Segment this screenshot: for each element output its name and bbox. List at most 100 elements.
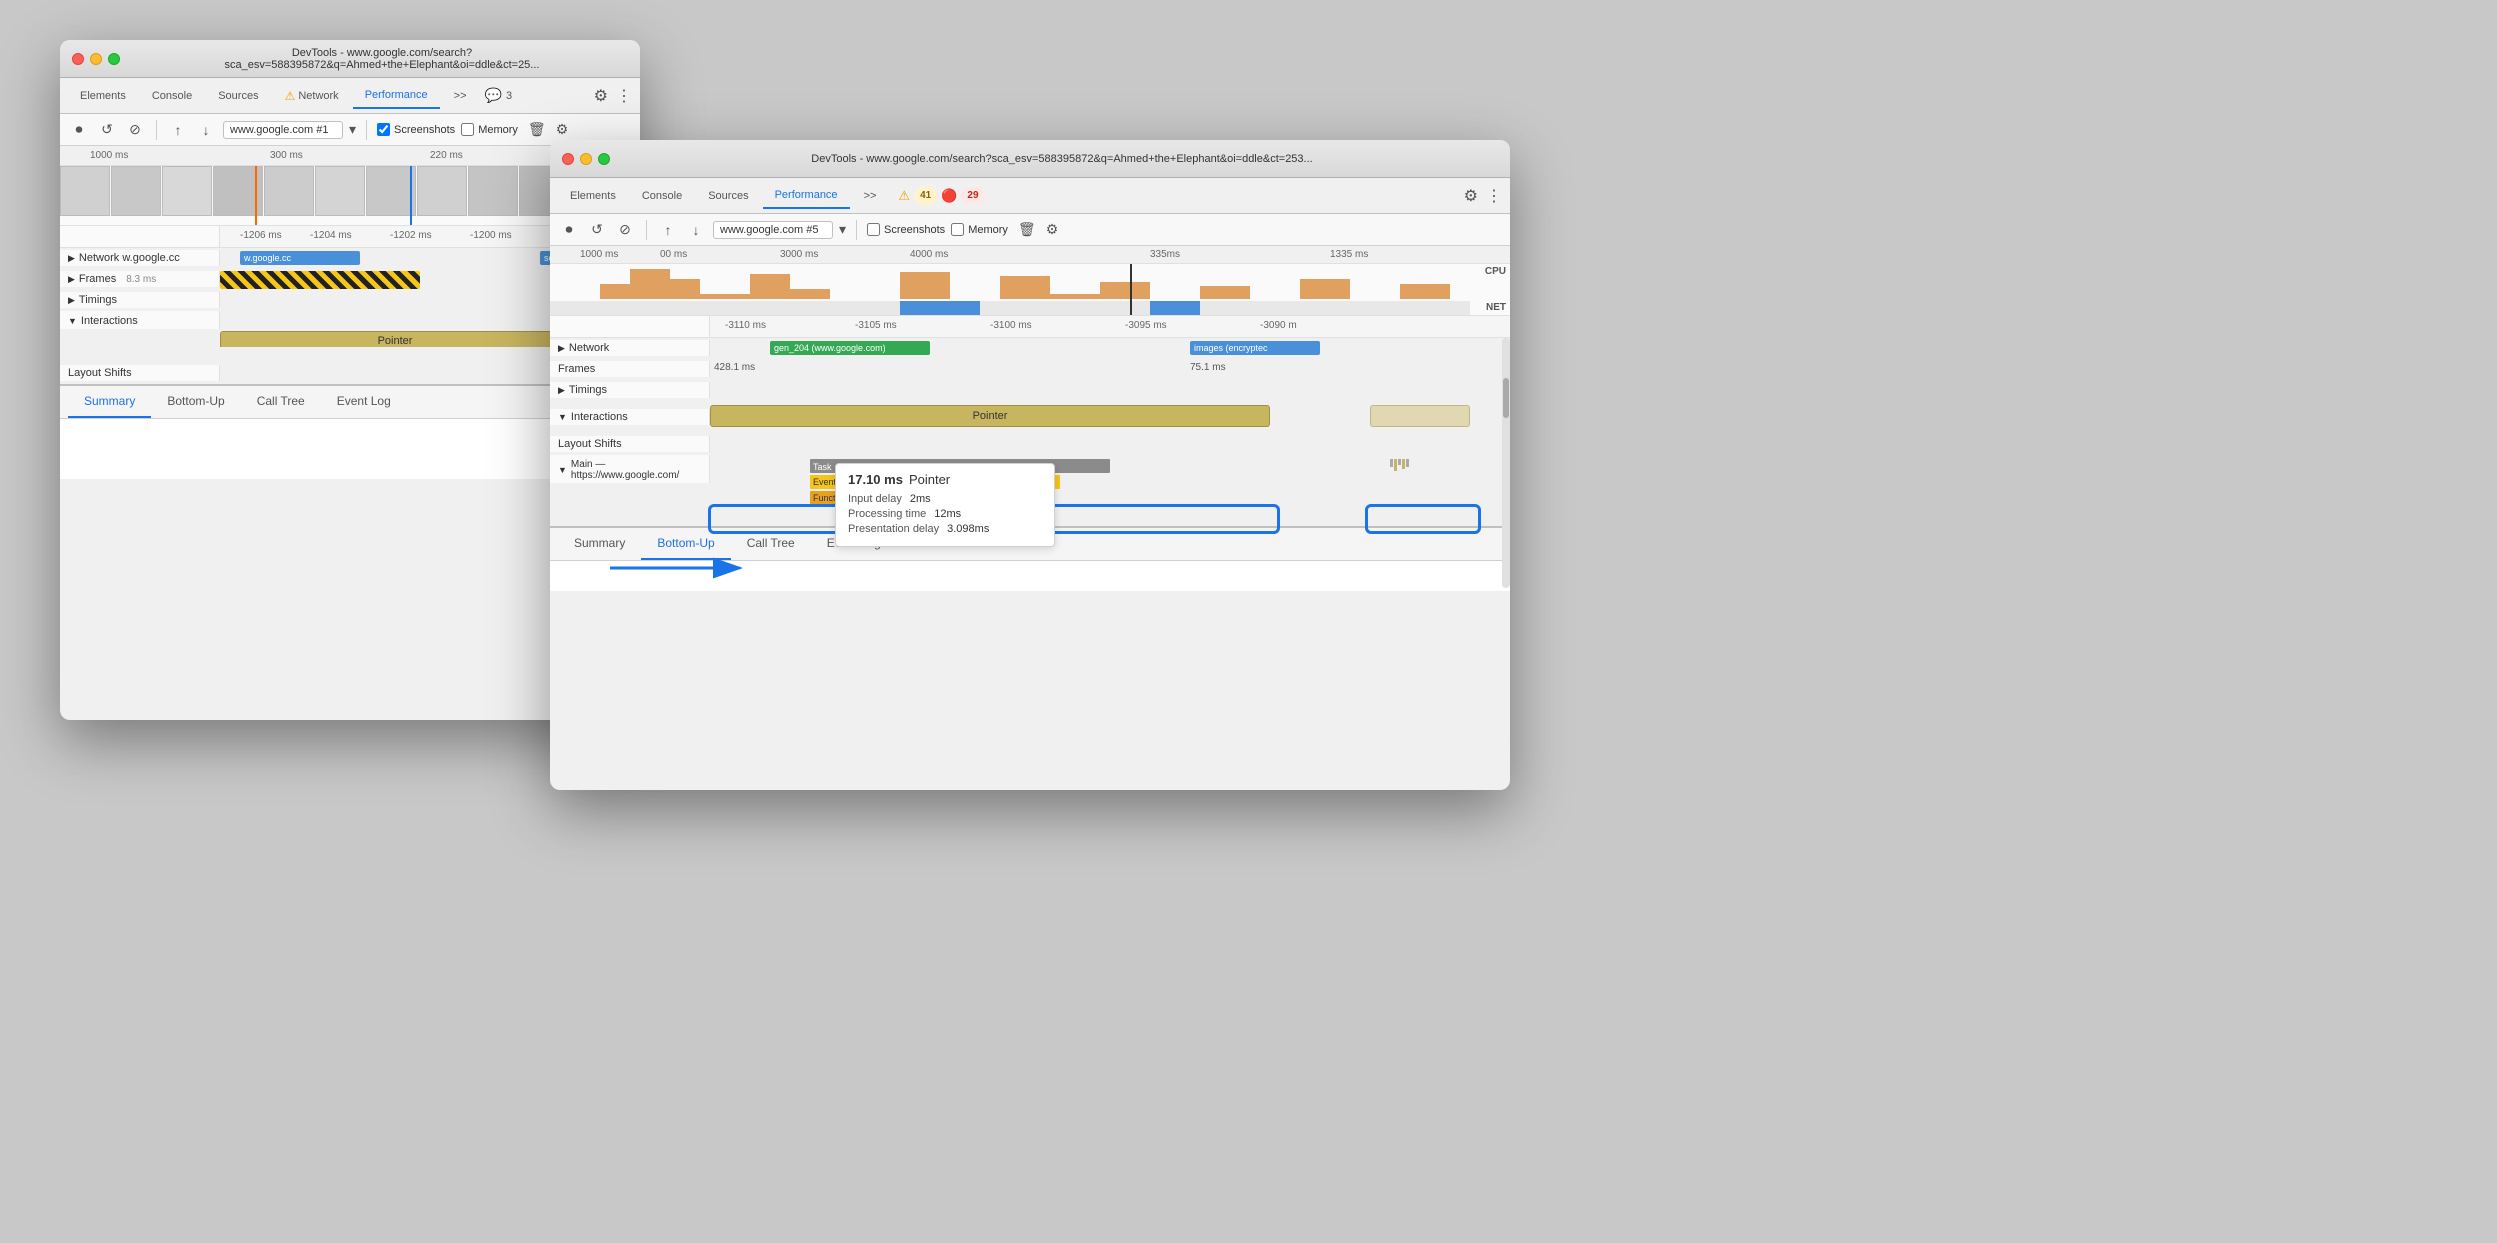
clear-btn-2[interactable]: ⊘ — [614, 219, 636, 241]
tab-performance-1[interactable]: Performance — [353, 83, 440, 109]
tab-elements-1[interactable]: Elements — [68, 84, 138, 108]
tab-console-1[interactable]: Console — [140, 84, 204, 108]
maximize-button-1[interactable] — [108, 53, 120, 65]
window-title-2: DevTools - www.google.com/search?sca_esv… — [626, 153, 1498, 165]
tab-elements-2[interactable]: Elements — [558, 184, 628, 208]
chevron-timings-2[interactable]: ▶ — [558, 385, 565, 396]
tab-more-2[interactable]: >> — [852, 184, 889, 208]
download-btn-1[interactable]: ↓ — [195, 119, 217, 141]
upload-btn-2[interactable]: ↑ — [657, 219, 679, 241]
dropdown-icon-1[interactable]: ▾ — [349, 121, 356, 138]
tooltip-key-1: Input delay — [848, 493, 902, 505]
tab-more-1[interactable]: >> — [442, 84, 479, 108]
tooltip-key-2: Processing time — [848, 508, 926, 520]
thumb-6 — [315, 166, 365, 216]
upload-btn-1[interactable]: ↑ — [167, 119, 189, 141]
bottom-tab-calltree-1[interactable]: Call Tree — [241, 386, 321, 418]
screenshots-checkbox-2[interactable]: Screenshots — [867, 223, 945, 236]
track-label-layout-shifts-1: Layout Shifts — [60, 365, 220, 381]
overview-ruler-2: 1000 ms 00 ms 3000 ms 4000 ms 335ms 1335… — [550, 246, 1510, 264]
trash-icon-2[interactable]: 🗑 — [1018, 221, 1036, 238]
dropdown-icon-2[interactable]: ▾ — [839, 221, 846, 238]
tab-network-1[interactable]: ⚠ Network — [273, 83, 351, 109]
scroll-thumb-2[interactable] — [1503, 378, 1509, 418]
frames-time3-2: 75.1 ms — [1190, 362, 1226, 373]
perf-overview-2: 1000 ms 00 ms 3000 ms 4000 ms 335ms 1335… — [550, 246, 1510, 316]
track-label-network-2: ▶ Network — [550, 340, 710, 356]
ruler-tick-1: 1000 ms — [90, 150, 128, 161]
chevron-network-2[interactable]: ▶ — [558, 343, 565, 354]
time-marker-1 — [255, 166, 257, 226]
settings-icon-1[interactable]: ⚙ — [594, 86, 608, 106]
chevron-timings-1[interactable]: ▶ — [68, 295, 75, 306]
url-box-1[interactable]: www.google.com #1 — [223, 121, 343, 139]
pointer-bar-2[interactable]: Pointer — [710, 405, 1270, 427]
mini-bar-4 — [1402, 459, 1405, 469]
err-count-2: 29 — [961, 187, 984, 205]
bottom-tab-eventlog-1[interactable]: Event Log — [321, 386, 407, 418]
settings3-icon-2[interactable]: ⚙ — [1046, 221, 1059, 238]
otick-1: 1000 ms — [580, 249, 618, 260]
bottom-tab-bottomup-1[interactable]: Bottom-Up — [151, 386, 240, 418]
close-button-2[interactable] — [562, 153, 574, 165]
rtick-4: -1200 ms — [470, 230, 512, 241]
chevron-frames-1[interactable]: ▶ — [68, 274, 75, 285]
track-label-layout-shifts-2: Layout Shifts — [550, 436, 710, 452]
net-wave-2 — [550, 301, 1470, 315]
chevron-network-1[interactable]: ▶ — [68, 253, 75, 264]
mini-bar-5 — [1406, 459, 1409, 467]
thumb-9 — [468, 166, 518, 216]
traffic-lights-1[interactable] — [72, 53, 120, 65]
timeline-tracks-2: ▶ Network gen_204 (www.google.com) image… — [550, 338, 1510, 526]
maximize-button-2[interactable] — [598, 153, 610, 165]
traffic-lights-2[interactable] — [562, 153, 610, 165]
error-badge-2: 🔴 — [941, 188, 957, 204]
tooltip-time: 17.10 ms — [848, 472, 903, 487]
memory-checkbox-1[interactable]: Memory — [461, 123, 518, 136]
track-frames-2: Frames 428.1 ms 75.1 ms — [550, 359, 1510, 380]
bottom-tab-bottomup-2[interactable]: Bottom-Up — [641, 528, 730, 560]
tab-sources-1[interactable]: Sources — [206, 84, 270, 108]
memory-checkbox-2[interactable]: Memory — [951, 223, 1008, 236]
minimize-button-2[interactable] — [580, 153, 592, 165]
tab-sources-2[interactable]: Sources — [696, 184, 760, 208]
frames-bar-1 — [220, 271, 420, 289]
net-bar-images: images (encryptec — [1190, 341, 1320, 355]
bottom-tab-summary-1[interactable]: Summary — [68, 386, 151, 418]
chevron-interactions-1[interactable]: ▼ — [68, 316, 77, 326]
pointer-stub-2[interactable] — [1370, 405, 1470, 427]
screenshots-checkbox-1[interactable]: Screenshots — [377, 123, 455, 136]
settings2-icon-1[interactable]: ⚙ — [556, 121, 569, 138]
net-bar-2 — [1150, 301, 1200, 315]
chevron-main-2[interactable]: ▼ — [558, 465, 567, 475]
more-icon-1[interactable]: ⋮ — [616, 86, 632, 106]
tooltip-row-processing: Processing time 12ms — [848, 508, 1042, 520]
reload-btn-1[interactable]: ↺ — [96, 119, 118, 141]
chevron-interactions-2[interactable]: ▼ — [558, 412, 567, 422]
settings-icon-2[interactable]: ⚙ — [1464, 186, 1478, 206]
divider-1 — [156, 120, 157, 140]
tab-console-2[interactable]: Console — [630, 184, 694, 208]
scrollbar-v-2[interactable] — [1502, 338, 1510, 588]
thumb-3 — [162, 166, 212, 216]
close-button-1[interactable] — [72, 53, 84, 65]
tooltip-val-2: 12ms — [934, 508, 961, 520]
track-layout-shifts-2: Layout Shifts — [550, 434, 1510, 455]
trash-icon-1[interactable]: 🗑 — [528, 121, 546, 138]
window-title-1: DevTools - www.google.com/search?sca_esv… — [136, 47, 628, 71]
track-content-timings-2 — [710, 380, 1510, 400]
frames-time2-2: 428.1 ms — [714, 362, 755, 373]
tab-performance-2[interactable]: Performance — [763, 183, 850, 209]
download-btn-2[interactable]: ↓ — [685, 219, 707, 241]
mini-bar-3 — [1398, 459, 1401, 465]
pointer-bar-1[interactable]: Pointer — [220, 331, 570, 347]
record-btn-2[interactable]: ⏺ — [558, 219, 580, 241]
record-btn-1[interactable]: ⏺ — [68, 119, 90, 141]
more-icon-2[interactable]: ⋮ — [1486, 186, 1502, 206]
url-box-2[interactable]: www.google.com #5 — [713, 221, 833, 239]
bottom-tab-summary-2[interactable]: Summary — [558, 528, 641, 560]
reload-btn-2[interactable]: ↺ — [586, 219, 608, 241]
minimize-button-1[interactable] — [90, 53, 102, 65]
bottom-tab-calltree-2[interactable]: Call Tree — [731, 528, 811, 560]
clear-btn-1[interactable]: ⊘ — [124, 119, 146, 141]
